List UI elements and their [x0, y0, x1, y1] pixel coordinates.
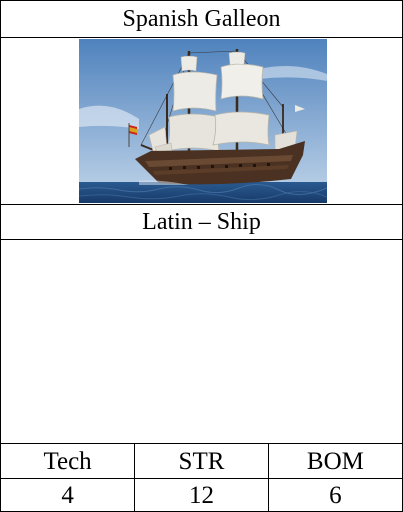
card-title-row: Spanish Galleon: [1, 1, 402, 38]
card-stats-row: Tech STR BOM 4 12 6: [1, 444, 402, 511]
card-title: Spanish Galleon: [122, 5, 281, 32]
card-text-area: [1, 240, 402, 444]
galleon-ship-image: [79, 39, 327, 203]
card-image-row: [1, 38, 402, 205]
card-subtitle: Latin – Ship: [142, 208, 261, 235]
card-subtitle-row: Latin – Ship: [1, 205, 402, 240]
stat-header-bom: BOM: [268, 444, 402, 479]
stat-header-tech: Tech: [1, 444, 136, 479]
game-card: Spanish Galleon Latin – Ship Tech STR BO…: [0, 0, 403, 512]
stats-table: Tech STR BOM 4 12 6: [1, 444, 402, 511]
stat-value-str: 12: [134, 478, 269, 511]
stat-value-bom: 6: [329, 481, 342, 509]
stat-value-tech: 4: [1, 478, 136, 511]
stat-header-str: STR: [134, 444, 269, 479]
